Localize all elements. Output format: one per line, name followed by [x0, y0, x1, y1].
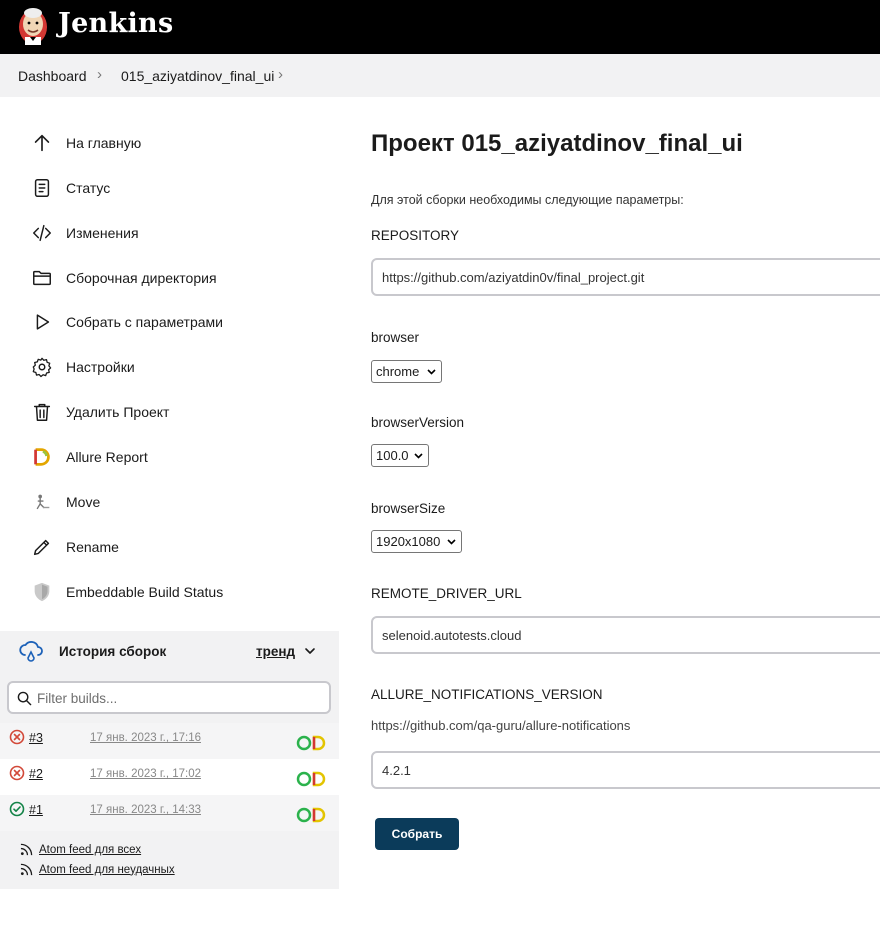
browser-select[interactable]: chrome [371, 360, 442, 383]
breadcrumb-dashboard[interactable]: Dashboard [18, 68, 87, 84]
jenkins-logo-icon[interactable] [17, 5, 49, 47]
browser-version-select-value: 100.0 [376, 448, 409, 463]
remote-driver-input[interactable]: selenoid.autotests.cloud [371, 616, 880, 654]
browser-size-label: browserSize [371, 501, 446, 516]
build-date-link[interactable]: 17 янв. 2023 г., 17:16 [90, 732, 201, 744]
task-changes[interactable]: Изменения [28, 218, 328, 248]
remote-driver-label: REMOTE_DRIVER_URL [371, 586, 522, 601]
allure-icon [28, 445, 56, 469]
breadcrumb-separator-icon[interactable]: › [278, 66, 283, 83]
filter-builds-input[interactable] [37, 688, 317, 708]
build-history-title: История сборок [59, 644, 167, 659]
allure-notifications-input[interactable]: 4.2.1 [371, 751, 880, 789]
rss-icon [20, 863, 33, 876]
build-row[interactable]: #1 17 янв. 2023 г., 14:33 [0, 795, 339, 831]
task-rename[interactable]: Rename [28, 532, 328, 562]
chevron-down-icon [414, 453, 423, 459]
top-header: Jenkins [0, 0, 880, 54]
task-label: Изменения [66, 225, 139, 241]
task-label: Rename [66, 539, 119, 555]
browser-version-label: browserVersion [371, 415, 465, 430]
build-button[interactable]: Собрать [375, 818, 459, 850]
chevron-down-icon[interactable] [303, 644, 317, 658]
filter-builds-field[interactable] [7, 681, 331, 714]
repository-value: https://github.com/aziyatdin0v/final_pro… [382, 270, 645, 285]
cloud-rain-icon [18, 639, 44, 665]
folder-icon [28, 266, 56, 290]
task-label: Собрать с параметрами [66, 314, 223, 330]
task-embeddable-build-status[interactable]: Embeddable Build Status [28, 577, 328, 607]
allure-notifications-value: 4.2.1 [382, 763, 411, 778]
success-status-icon [9, 801, 25, 817]
allure-notifications-label: ALLURE_NOTIFICATIONS_VERSION [371, 687, 603, 702]
build-number-link[interactable]: #1 [29, 803, 43, 817]
params-description: Для этой сборки необходимы следующие пар… [371, 193, 684, 207]
atom-feed-failed-label[interactable]: Atom feed для неудачных [39, 864, 175, 876]
remote-driver-value: selenoid.autotests.cloud [382, 628, 522, 643]
search-icon [17, 691, 32, 706]
build-date-link[interactable]: 17 янв. 2023 г., 14:33 [90, 804, 201, 816]
build-row[interactable]: #3 17 янв. 2023 г., 17:16 [0, 723, 339, 759]
rss-icon [20, 843, 33, 856]
code-icon [28, 221, 56, 245]
play-icon [28, 310, 56, 334]
document-icon [28, 176, 56, 200]
trash-icon [28, 400, 56, 424]
gear-icon [28, 355, 56, 379]
task-move[interactable]: Move [28, 487, 328, 517]
breadcrumb: Dashboard › 015_aziyatdinov_final_ui › [0, 54, 880, 97]
task-label: Embeddable Build Status [66, 584, 224, 600]
task-delete-project[interactable]: Удалить Проект [28, 397, 328, 427]
task-status[interactable]: Статус [28, 173, 328, 203]
breadcrumb-project[interactable]: 015_aziyatdinov_final_ui [121, 68, 274, 84]
task-label: Сборочная директория [66, 270, 217, 286]
browser-label: browser [371, 330, 420, 345]
trend-link[interactable]: тренд [256, 644, 295, 659]
pencil-icon [28, 535, 56, 559]
breadcrumb-separator-icon: › [97, 66, 102, 83]
failed-status-icon [9, 765, 25, 781]
build-number-link[interactable]: #3 [29, 731, 43, 745]
repository-label: REPOSITORY [371, 228, 460, 243]
page-title: Проект 015_aziyatdinov_final_ui [371, 130, 743, 157]
task-workspace[interactable]: Сборочная директория [28, 263, 328, 293]
chevron-down-icon [447, 539, 456, 545]
allure-report-icon[interactable] [296, 735, 328, 751]
task-build-with-params[interactable]: Собрать с параметрами [28, 307, 328, 337]
atom-feed-all[interactable]: Atom feed для всех [20, 843, 141, 856]
browser-version-select[interactable]: 100.0 [371, 444, 429, 467]
brand-name[interactable]: Jenkins [58, 8, 173, 39]
task-label: Allure Report [66, 449, 148, 465]
atom-feed-all-label[interactable]: Atom feed для всех [39, 844, 141, 856]
failed-status-icon [9, 729, 25, 745]
build-number-link[interactable]: #2 [29, 767, 43, 781]
task-label: На главную [66, 135, 142, 151]
shield-icon [28, 580, 56, 604]
allure-report-icon[interactable] [296, 807, 328, 823]
task-home[interactable]: На главную [28, 128, 328, 158]
task-label: Настройки [66, 359, 135, 375]
task-settings[interactable]: Настройки [28, 352, 328, 382]
repository-input[interactable]: https://github.com/aziyatdin0v/final_pro… [371, 258, 880, 296]
allure-report-icon[interactable] [296, 771, 328, 787]
atom-feed-failed[interactable]: Atom feed для неудачных [20, 863, 175, 876]
build-history-panel: История сборок тренд #3 17 янв. 2023 г.,… [0, 631, 339, 889]
browser-size-select[interactable]: 1920x1080 [371, 530, 462, 553]
build-row[interactable]: #2 17 янв. 2023 г., 17:02 [0, 759, 339, 795]
build-history-header: История сборок тренд [0, 631, 339, 671]
browser-select-value: chrome [376, 364, 420, 379]
move-icon [28, 490, 56, 514]
arrow-up-icon [28, 131, 56, 155]
task-label: Удалить Проект [66, 404, 170, 420]
task-label: Move [66, 494, 101, 510]
task-label: Статус [66, 180, 111, 196]
task-allure-report[interactable]: Allure Report [28, 442, 328, 472]
chevron-down-icon [427, 369, 436, 375]
allure-notifications-description: https://github.com/qa-guru/allure-notifi… [371, 718, 631, 733]
build-date-link[interactable]: 17 янв. 2023 г., 17:02 [90, 768, 201, 780]
browser-size-select-value: 1920x1080 [376, 534, 441, 549]
